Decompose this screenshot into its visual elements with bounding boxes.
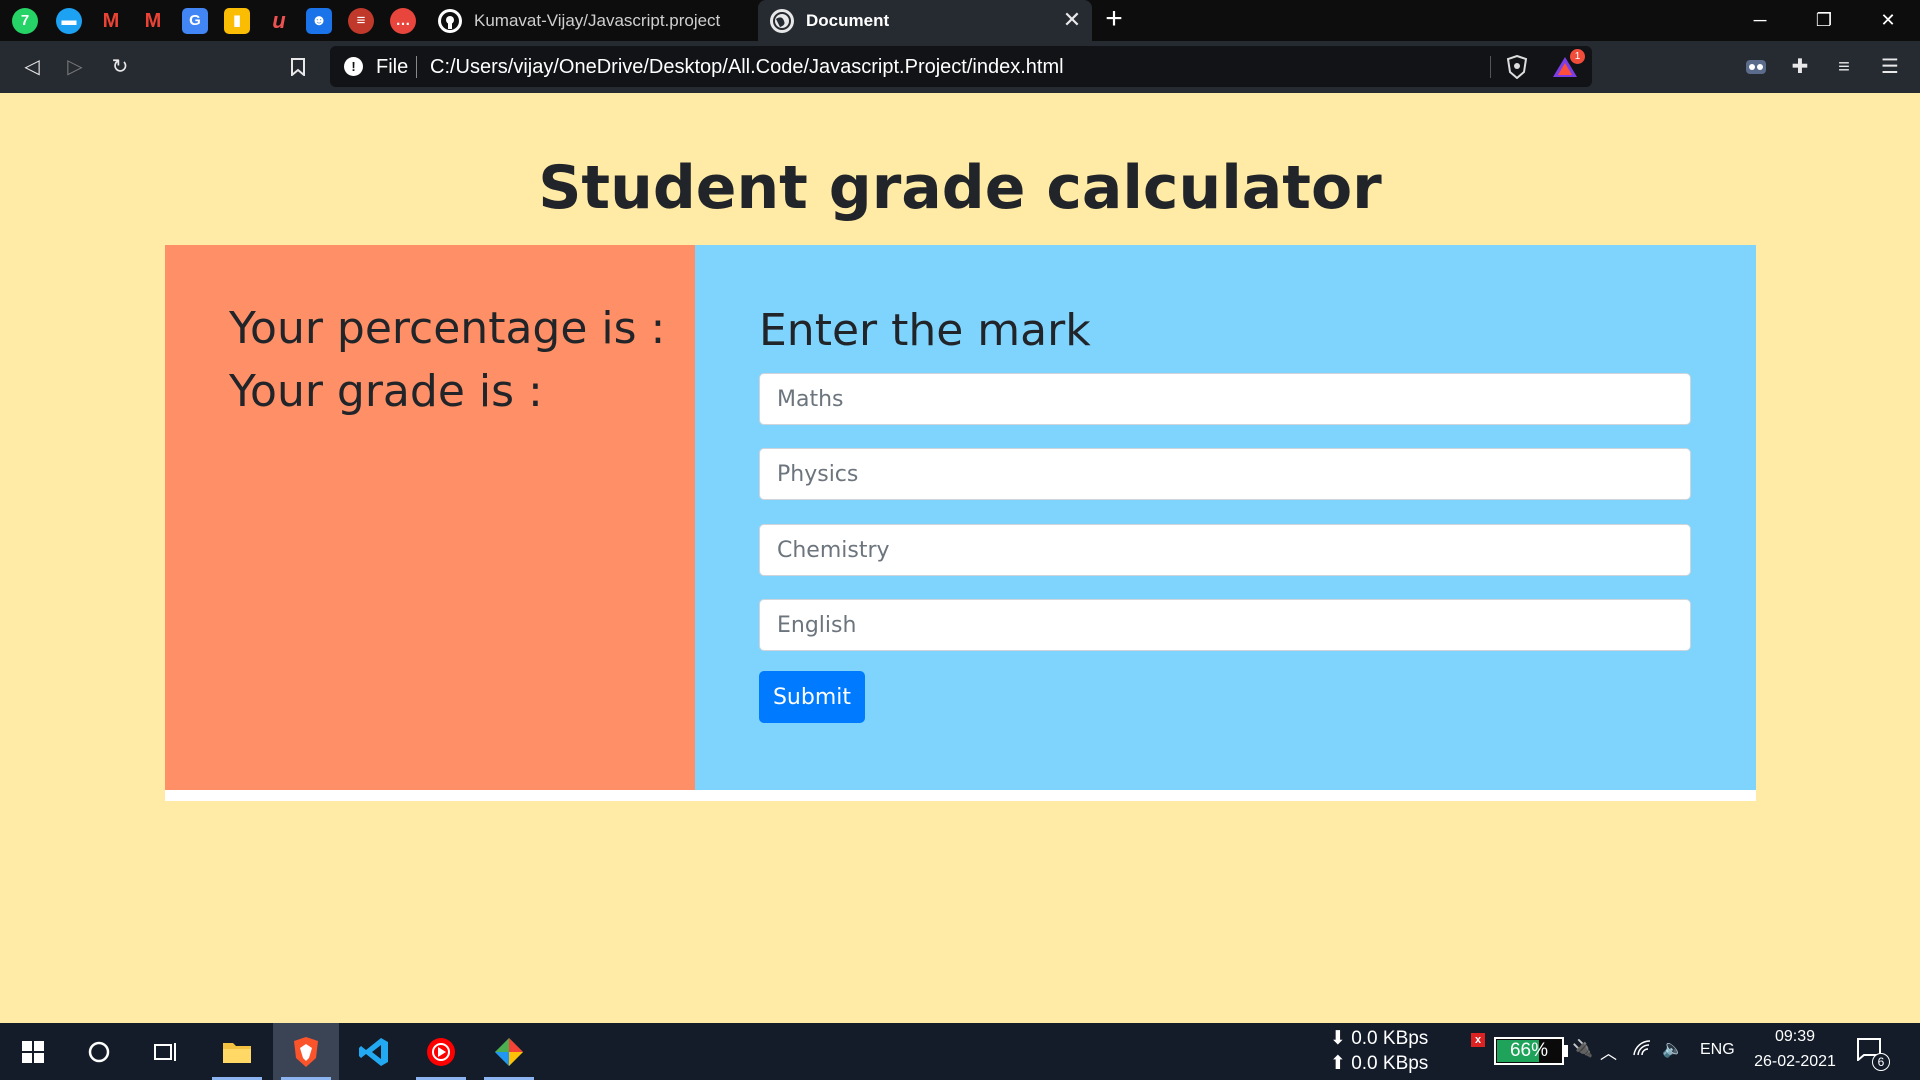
language-indicator[interactable]: ENG [1700, 1041, 1735, 1059]
battery-meter[interactable]: 66% [1494, 1037, 1564, 1065]
info-icon[interactable]: ! [344, 57, 363, 76]
gmail-pinned-tab-2[interactable]: M [140, 8, 166, 34]
extensions-icon[interactable]: ✚ [1786, 53, 1814, 81]
gmail-pinned-tab-1[interactable]: M [98, 8, 124, 34]
windows-taskbar: ⬇ 0.0 KBps ⬆ 0.0 KBps x 66% 🔌 ︿ 🔈 ENG 09… [0, 1023, 1920, 1080]
udemy-pinned-tab[interactable]: u [266, 8, 292, 34]
whatsapp-pinned-tab[interactable]: 7 [12, 8, 38, 34]
minimize-button[interactable]: ─ [1728, 0, 1792, 41]
grade-label: Your grade is : [229, 366, 543, 417]
udemy-icon: u [272, 8, 286, 33]
task-view-button[interactable] [137, 1023, 195, 1080]
scheme-label: File [376, 56, 409, 78]
net-upload-speed: ⬆ 0.0 KBps [1330, 1053, 1429, 1074]
clock-time[interactable]: 09:39 [1740, 1028, 1850, 1046]
forward-button[interactable]: ▷ [61, 53, 89, 81]
windows-icon [22, 1040, 44, 1063]
physics-input[interactable] [759, 448, 1691, 500]
contacts-icon: ☻ [311, 12, 327, 29]
menu-icon[interactable]: ☰ [1876, 53, 1904, 81]
bookmark-icon[interactable] [284, 53, 312, 81]
file-explorer-button[interactable] [208, 1023, 266, 1080]
gmail-icon: M [144, 10, 162, 32]
new-tab-button[interactable]: + [1100, 4, 1128, 34]
battery-percent: 66% [1509, 1040, 1549, 1061]
messages-pinned-tab[interactable]: ▬ [56, 8, 82, 34]
cortana-icon [88, 1041, 110, 1062]
notification-count: 6 [1872, 1053, 1890, 1071]
browser-tab-strip: 7 ▬ M M G ▮ u ☻ ≡ … Kumavat-Vijay/Javasc… [0, 0, 1920, 41]
calculator-card: Your percentage is : Your grade is : Ent… [165, 245, 1756, 801]
browser-toolbar: ◁ ▷ ↻ ! File C:/Users/vijay/OneDrive/Des… [0, 41, 1920, 93]
english-input[interactable] [759, 599, 1691, 651]
chat-icon: … [395, 12, 411, 29]
translate-pinned-tab[interactable]: G [182, 8, 208, 34]
wallet-icon[interactable] [1742, 53, 1770, 81]
divider [1490, 56, 1491, 78]
net-download-speed: ⬇ 0.0 KBps [1330, 1028, 1429, 1049]
chat-pinned-tab[interactable]: … [390, 8, 416, 34]
whatsapp-icon: 7 [20, 12, 30, 29]
battery-alert-icon: x [1471, 1033, 1485, 1047]
keep-pinned-tab[interactable]: ▮ [224, 8, 250, 34]
git-taskbar-button[interactable] [480, 1023, 538, 1080]
wifi-icon[interactable] [1632, 1039, 1652, 1062]
reload-button[interactable]: ↻ [106, 53, 134, 81]
show-hidden-icons-chevron-icon[interactable]: ︿ [1600, 1039, 1617, 1064]
search-button[interactable] [70, 1023, 128, 1080]
diamond-app-icon [495, 1037, 523, 1066]
back-button[interactable]: ◁ [18, 53, 46, 81]
app-pinned-tab[interactable]: ≡ [348, 8, 374, 34]
tab-label: Kumavat-Vijay/Javascript.project [474, 10, 721, 30]
vscode-icon [359, 1037, 388, 1066]
translate-icon: G [189, 12, 201, 29]
brave-shield-icon[interactable] [1506, 54, 1528, 80]
battery-nub [1564, 1045, 1568, 1057]
plug-icon[interactable]: 🔌 [1572, 1039, 1593, 1059]
page-title: Student grade calculator [538, 153, 1382, 223]
page-viewport: Student grade calculator Your percentage… [0, 93, 1920, 1023]
url-text[interactable]: C:/Users/vijay/OneDrive/Desktop/All.Code… [430, 56, 1064, 79]
github-icon [438, 8, 462, 33]
tab-document[interactable]: Document ✕ [758, 0, 1092, 41]
app-icon: ≡ [356, 12, 366, 29]
address-bar[interactable]: ! File C:/Users/vijay/OneDrive/Desktop/A… [330, 46, 1592, 87]
restore-button[interactable]: ❐ [1792, 0, 1856, 41]
brave-icon [294, 1036, 318, 1067]
task-view-icon [154, 1042, 176, 1061]
start-button[interactable] [4, 1023, 62, 1080]
rewards-badge: 1 [1570, 49, 1585, 64]
tab-label: Document [806, 10, 890, 30]
close-window-button[interactable]: ✕ [1856, 0, 1920, 41]
youtube-music-icon [427, 1037, 455, 1066]
playlist-icon[interactable]: ≡ [1830, 53, 1858, 81]
close-tab-icon[interactable]: ✕ [1062, 9, 1082, 31]
globe-icon [770, 8, 794, 33]
folder-icon [223, 1042, 251, 1063]
results-panel: Your percentage is : Your grade is : [165, 245, 695, 790]
tab-github-repo[interactable]: Kumavat-Vijay/Javascript.project [426, 0, 756, 41]
messages-icon: ▬ [61, 12, 77, 29]
clock-date[interactable]: 26-02-2021 [1740, 1053, 1850, 1071]
vscode-taskbar-button[interactable] [345, 1023, 403, 1080]
maths-input[interactable] [759, 373, 1691, 425]
percentage-label: Your percentage is : [229, 303, 666, 354]
marks-form-panel: Enter the mark Submit [695, 245, 1756, 790]
keep-icon: ▮ [232, 12, 242, 29]
divider [416, 56, 417, 78]
brave-taskbar-button[interactable] [273, 1023, 339, 1080]
youtube-music-taskbar-button[interactable] [412, 1023, 470, 1080]
submit-button[interactable]: Submit [759, 671, 865, 723]
form-title: Enter the mark [759, 305, 1091, 356]
gmail-icon: M [102, 10, 120, 32]
chemistry-input[interactable] [759, 524, 1691, 576]
contacts-pinned-tab[interactable]: ☻ [306, 8, 332, 34]
volume-icon[interactable]: 🔈 [1662, 1039, 1683, 1059]
